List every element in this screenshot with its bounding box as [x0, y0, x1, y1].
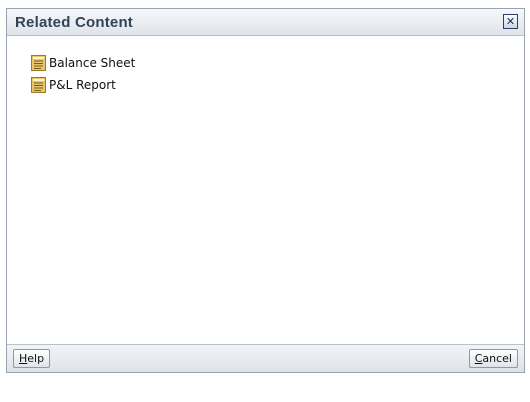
- dialog-footer: Help Cancel: [7, 344, 524, 372]
- help-label-rest: elp: [27, 352, 45, 365]
- cancel-label-rest: ancel: [482, 352, 512, 365]
- close-icon: ✕: [505, 15, 516, 28]
- list-item-balance-sheet[interactable]: Balance Sheet: [31, 52, 135, 74]
- related-content-dialog: Related Content ✕ Balance Sheet P&L Repo…: [6, 8, 525, 373]
- report-document-icon: [31, 77, 46, 93]
- cancel-button[interactable]: Cancel: [468, 349, 518, 368]
- help-button[interactable]: Help: [13, 349, 51, 368]
- report-document-icon: [31, 55, 46, 71]
- dialog-title: Related Content: [15, 14, 134, 31]
- list-item-label: P&L Report: [49, 78, 116, 92]
- dialog-titlebar[interactable]: Related Content ✕: [7, 9, 524, 36]
- related-content-list: Balance Sheet P&L Report: [31, 52, 135, 96]
- dialog-content: Balance Sheet P&L Report: [7, 36, 524, 344]
- list-item-pl-report[interactable]: P&L Report: [31, 74, 135, 96]
- close-button[interactable]: ✕: [503, 14, 518, 29]
- list-item-label: Balance Sheet: [49, 56, 136, 70]
